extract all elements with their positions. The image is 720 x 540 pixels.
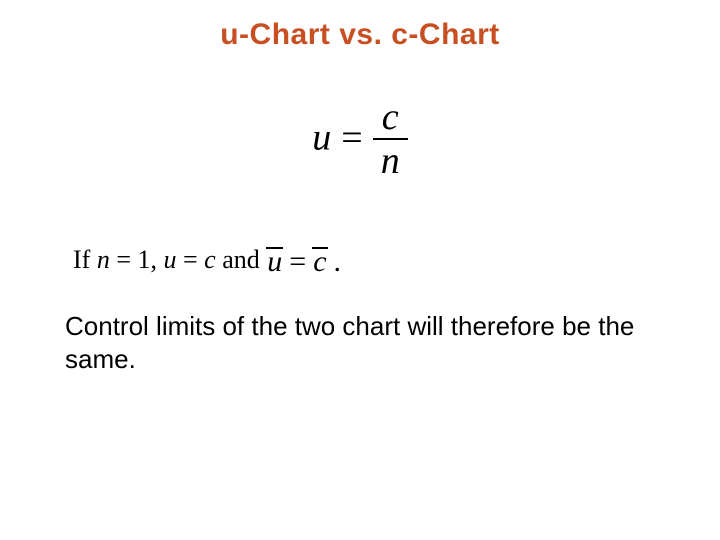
bar-period: . [328,245,348,278]
formula-fraction: cn [373,98,408,180]
bar-equals: = [283,245,312,278]
condition-line: If n = 1, u = c and u=c. [73,245,347,279]
formula-equals: = [331,117,372,159]
cond-eq2: = [177,245,205,274]
formula-numerator: c [373,98,408,138]
cond-if: If [73,245,97,274]
cond-eq1: = 1, [110,245,164,274]
formula-lhs: u [312,117,331,159]
cond-u: u [164,245,177,274]
c-bar: c [312,245,327,279]
formula-denominator: n [373,138,408,180]
slide: u-Chart vs. c-Chart u=cn If n = 1, u = c… [0,0,720,540]
bar-equation: u=c. [266,245,347,279]
conclusion-text: Control limits of the two chart will the… [65,310,655,375]
cond-and: and [216,245,267,274]
cond-n: n [97,245,110,274]
slide-title: u-Chart vs. c-Chart [0,18,720,52]
cond-c: c [204,245,216,274]
u-bar: u [266,245,283,279]
main-formula: u=cn [0,100,720,182]
